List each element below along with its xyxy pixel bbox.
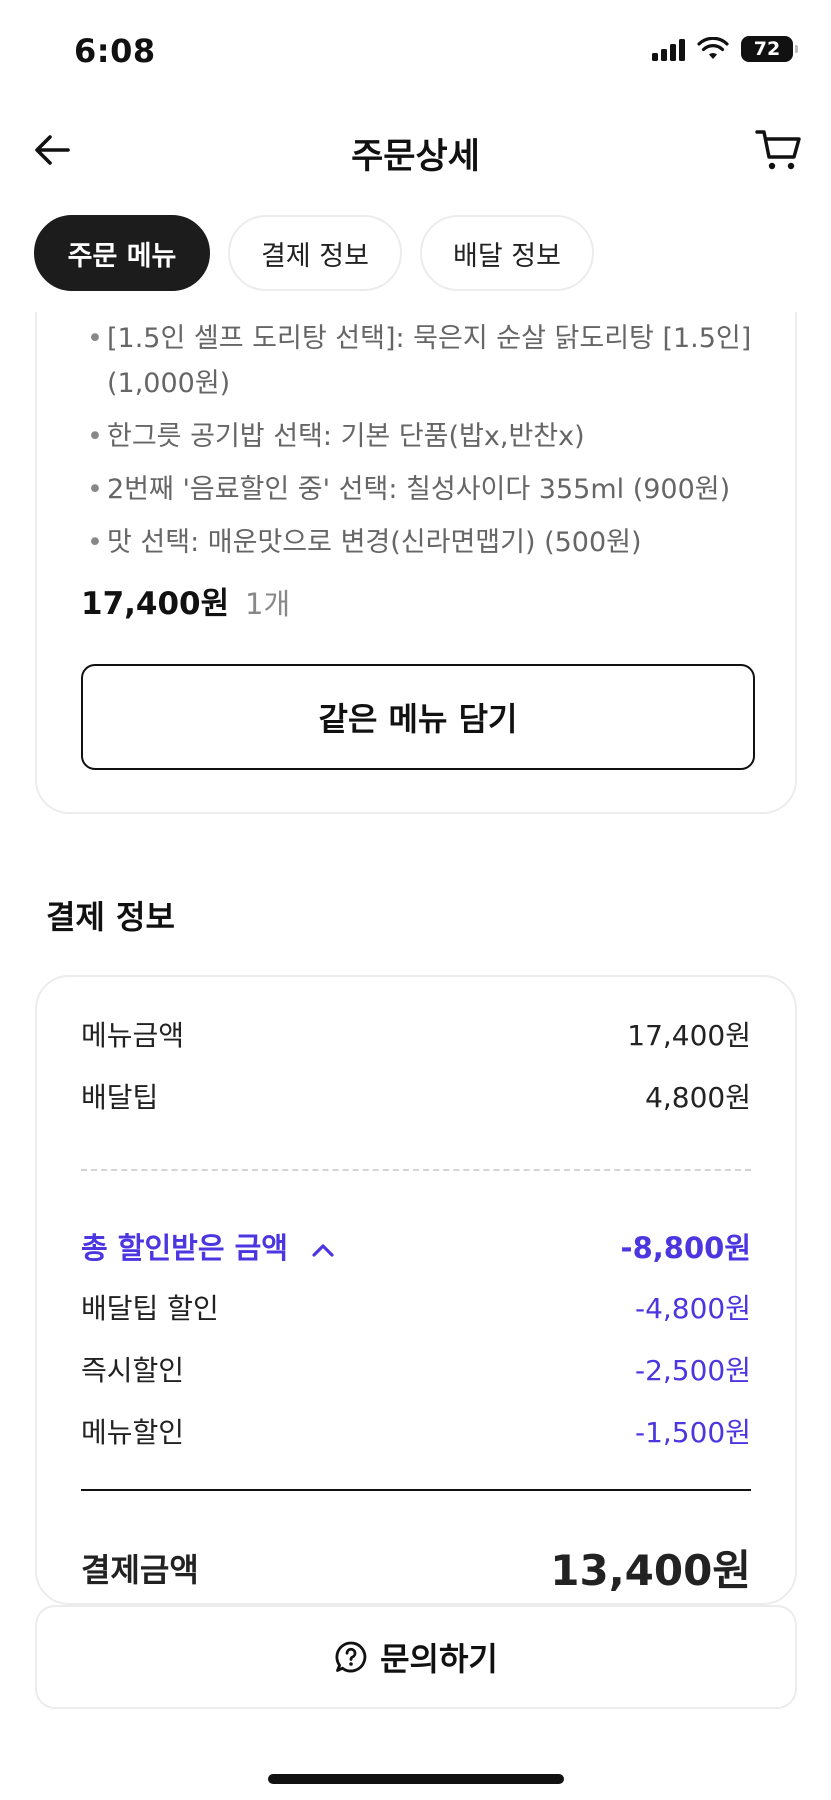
discount-value: -1,500원 <box>634 1416 751 1449</box>
delivery-tip-label: 배달팁 <box>81 1081 159 1114</box>
menu-amount-row: 메뉴금액 17,400원 <box>81 1014 751 1054</box>
total-discount-row[interactable]: 총 할인받은 금액 -8,800원 <box>81 1225 751 1267</box>
cart-icon <box>755 130 801 170</box>
home-indicator[interactable] <box>268 1774 564 1784</box>
page-title: 주문상세 <box>351 137 480 177</box>
discount-label: 메뉴할인 <box>81 1416 185 1449</box>
header: 주문상세 <box>0 108 831 188</box>
menu-option: [1.5인 셀프 도리탕 선택]: 묵은지 순살 닭도리탕 [1.5인] (1,… <box>87 316 777 406</box>
menu-quantity: 1개 <box>245 587 291 621</box>
cart-button[interactable] <box>753 124 805 176</box>
chevron-up-icon <box>312 1244 334 1257</box>
total-discount-toggle[interactable]: 총 할인받은 금액 <box>81 1225 336 1267</box>
cellular-signal-icon <box>652 37 685 61</box>
status-bar: 6:08 72 <box>0 0 831 100</box>
total-discount-value: -8,800원 <box>620 1231 751 1265</box>
delivery-tip-row: 배달팁 4,800원 <box>81 1076 751 1116</box>
tab-delivery-info[interactable]: 배달 정보 <box>420 215 594 291</box>
inquiry-label: 문의하기 <box>380 1640 498 1678</box>
menu-option: 한그릇 공기밥 선택: 기본 단품(밥x,반찬x) <box>87 414 777 459</box>
solid-divider <box>81 1489 751 1491</box>
menu-amount-label: 메뉴금액 <box>81 1019 185 1052</box>
tab-order-menu[interactable]: 주문 메뉴 <box>34 215 210 291</box>
menu-price-line: 17,400원 1개 <box>81 578 290 623</box>
tab-payment-info[interactable]: 결제 정보 <box>228 215 402 291</box>
menu-option: 맛 선택: 매운맛으로 변경(신라면맵기) (500원) <box>87 520 777 565</box>
status-icons: 72 <box>652 36 798 62</box>
menu-option: 2번째 '음료할인 중' 선택: 칠성사이다 355ml (900원) <box>87 467 777 512</box>
discount-value: -2,500원 <box>634 1354 751 1387</box>
discount-label: 즉시할인 <box>81 1354 185 1387</box>
add-same-menu-button[interactable]: 같은 메뉴 담기 <box>81 664 755 770</box>
payment-card: 메뉴금액 17,400원 배달팁 4,800원 총 할인받은 금액 -8,800… <box>35 975 797 1605</box>
final-amount-row: 결제금액 13,400원 <box>81 1537 751 1598</box>
total-discount-label: 총 할인받은 금액 <box>81 1231 288 1265</box>
wifi-icon <box>697 37 729 59</box>
dashed-divider <box>81 1169 751 1171</box>
status-time: 6:08 <box>74 32 156 70</box>
battery-icon: 72 <box>741 36 798 62</box>
payment-section-title: 결제 정보 <box>46 898 175 936</box>
menu-options-list: [1.5인 셀프 도리탕 선택]: 묵은지 순살 닭도리탕 [1.5인] (1,… <box>87 316 777 573</box>
final-amount-value: 13,400원 <box>550 1546 751 1595</box>
menu-amount-value: 17,400원 <box>627 1019 751 1052</box>
menu-price: 17,400원 <box>81 586 230 622</box>
discount-row: 배달팁 할인 -4,800원 <box>81 1287 751 1327</box>
final-amount-label: 결제금액 <box>81 1550 199 1589</box>
discount-label: 배달팁 할인 <box>81 1292 219 1325</box>
discount-value: -4,800원 <box>634 1292 751 1325</box>
discount-row: 메뉴할인 -1,500원 <box>81 1411 751 1451</box>
delivery-tip-value: 4,800원 <box>645 1081 751 1114</box>
discount-row: 즉시할인 -2,500원 <box>81 1349 751 1389</box>
order-menu-card: [1.5인 셀프 도리탕 선택]: 묵은지 순살 닭도리탕 [1.5인] (1,… <box>35 312 797 814</box>
tab-bar: 주문 메뉴 결제 정보 배달 정보 <box>34 215 594 291</box>
inquiry-button[interactable]: 문의하기 <box>35 1605 797 1709</box>
question-chat-icon <box>335 1641 367 1673</box>
